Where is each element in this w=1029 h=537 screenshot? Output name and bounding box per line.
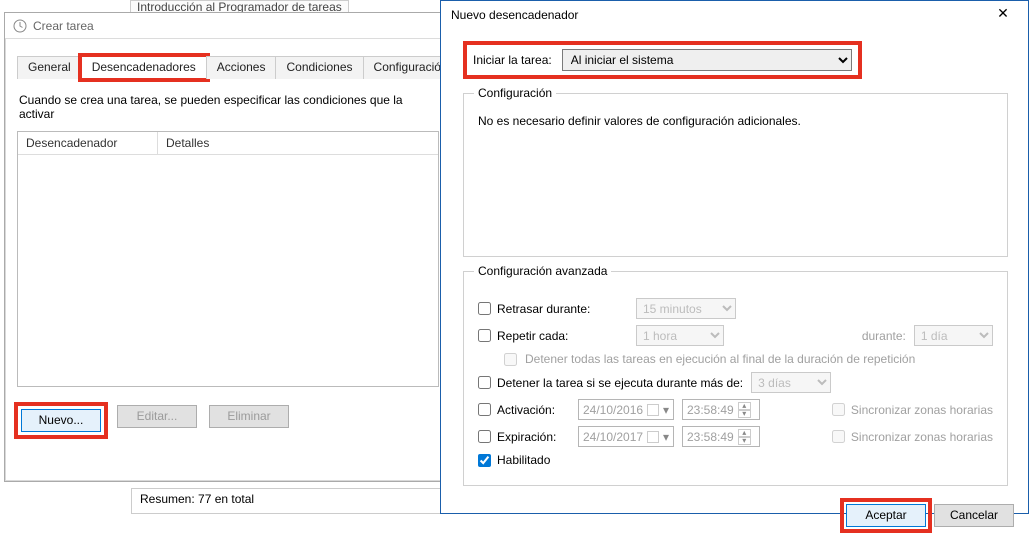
close-icon[interactable]: ✕: [984, 4, 1022, 26]
enabled-label: Habilitado: [497, 453, 550, 467]
activation-label: Activación:: [497, 403, 555, 417]
activation-date: 24/10/2016 ▾: [578, 399, 674, 420]
new-button[interactable]: Nuevo...: [21, 409, 101, 432]
new-trigger-title: Nuevo desencadenador: [451, 8, 578, 22]
start-task-label: Iniciar la tarea:: [473, 53, 552, 67]
repeat-checkbox[interactable]: [478, 329, 491, 342]
config-legend: Configuración: [474, 86, 556, 100]
stop-all-checkbox: [504, 353, 517, 366]
expiration-checkbox[interactable]: [478, 430, 491, 443]
delay-select: 15 minutos: [636, 298, 736, 319]
tab-conditions[interactable]: Condiciones: [275, 56, 363, 79]
tab-description: Cuando se crea una tarea, se pueden espe…: [19, 93, 437, 121]
tab-general[interactable]: General: [17, 56, 82, 79]
edit-button: Editar...: [117, 405, 197, 428]
ok-button[interactable]: Aceptar: [846, 504, 926, 527]
create-task-titlebar: Crear tarea: [5, 13, 451, 39]
col-trigger[interactable]: Desencadenador: [18, 132, 158, 154]
duration-select: 1 día: [914, 325, 993, 346]
tab-actions[interactable]: Acciones: [206, 56, 277, 79]
clock-icon: [13, 19, 27, 33]
library-window-title: Introducción al Programador de tareas: [130, 0, 349, 12]
enabled-checkbox[interactable]: [478, 454, 491, 467]
chevron-down-icon: ▾: [663, 403, 669, 417]
spinner-icon: ▴▾: [738, 429, 751, 445]
start-task-select[interactable]: Al iniciar el sistema: [562, 49, 852, 71]
sync-tz-label-2: Sincronizar zonas horarias: [851, 430, 993, 444]
stop-if-label: Detener la tarea si se ejecuta durante m…: [497, 376, 743, 390]
config-text: No es necesario definir valores de confi…: [478, 114, 993, 128]
expiration-label: Expiración:: [497, 430, 556, 444]
create-task-dialog: Crear tarea General Desencadenadores Acc…: [4, 12, 452, 482]
activation-checkbox[interactable]: [478, 403, 491, 416]
calendar-icon: [647, 404, 659, 416]
delay-checkbox[interactable]: [478, 302, 491, 315]
delete-button: Eliminar: [209, 405, 289, 428]
chevron-down-icon: ▾: [663, 430, 669, 444]
sync-tz-checkbox-2: [832, 430, 845, 443]
stop-all-label: Detener todas las tareas en ejecución al…: [525, 352, 915, 366]
triggers-list[interactable]: Desencadenador Detalles: [17, 131, 439, 387]
spinner-icon: ▴▾: [738, 402, 751, 418]
delay-label: Retrasar durante:: [497, 302, 590, 316]
calendar-icon: [647, 431, 659, 443]
activation-time: 23:58:49 ▴▾: [682, 399, 760, 420]
new-trigger-dialog: Nuevo desencadenador ✕ Iniciar la tarea:…: [440, 0, 1029, 514]
stop-if-select: 3 días: [751, 372, 831, 393]
duration-label: durante:: [862, 329, 906, 343]
expiration-time: 23:58:49 ▴▾: [682, 426, 760, 447]
create-task-tabs: General Desencadenadores Acciones Condic…: [17, 55, 439, 79]
col-details[interactable]: Detalles: [158, 132, 438, 154]
repeat-select: 1 hora: [636, 325, 724, 346]
sync-tz-checkbox-1: [832, 403, 845, 416]
tab-triggers[interactable]: Desencadenadores: [81, 56, 207, 79]
summary-text: Resumen: 77 en total: [131, 488, 451, 514]
expiration-date: 24/10/2017 ▾: [578, 426, 674, 447]
create-task-title: Crear tarea: [33, 19, 94, 33]
sync-tz-label-1: Sincronizar zonas horarias: [851, 403, 993, 417]
advanced-legend: Configuración avanzada: [474, 264, 611, 278]
stop-if-checkbox[interactable]: [478, 376, 491, 389]
cancel-button[interactable]: Cancelar: [934, 504, 1014, 527]
repeat-label: Repetir cada:: [497, 329, 568, 343]
